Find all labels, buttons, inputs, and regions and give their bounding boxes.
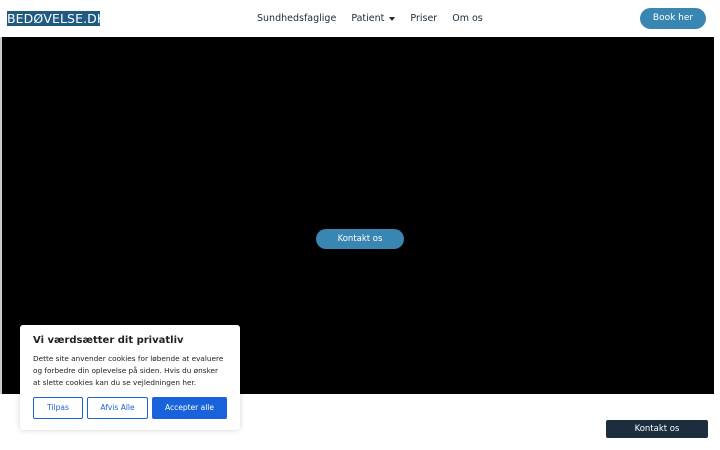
nav-item-sundhedsfaglige[interactable]: Sundhedsfaglige	[257, 13, 336, 24]
nav-item-label: Om os	[452, 13, 483, 24]
site-logo[interactable]: BEDØVELSE.DK	[7, 11, 100, 26]
nav-item-label: Patient	[351, 13, 385, 24]
cookie-buttons: Tilpas Afvis Alle Accepter alle	[33, 397, 227, 419]
nav-item-label: Sundhedsfaglige	[257, 13, 337, 24]
floating-contact-button[interactable]: Kontakt os	[606, 420, 708, 438]
site-header: BEDØVELSE.DK Sundhedsfaglige Patient Pri…	[0, 0, 720, 37]
cookie-text: Dette site anvender cookies for løbende …	[33, 354, 224, 387]
cookie-customize-button[interactable]: Tilpas	[33, 397, 83, 419]
cookie-accept-button[interactable]: Accepter alle	[152, 397, 227, 419]
hero-contact-button[interactable]: Kontakt os	[316, 229, 404, 249]
cookie-title: Vi værdsætter dit privatliv	[33, 335, 184, 346]
nav-item-priser[interactable]: Priser	[410, 13, 437, 24]
cookie-reject-button[interactable]: Afvis Alle	[87, 397, 148, 419]
chevron-down-icon	[389, 16, 396, 21]
nav-item-label: Priser	[410, 13, 438, 24]
page: BEDØVELSE.DK Sundhedsfaglige Patient Pri…	[0, 0, 720, 450]
cookie-banner: Vi værdsætter dit privatliv Dette site a…	[20, 325, 240, 430]
nav-item-om-os[interactable]: Om os	[452, 13, 483, 24]
book-button[interactable]: Book her	[640, 8, 706, 29]
nav-item-patient[interactable]: Patient	[351, 13, 396, 24]
main-nav: Sundhedsfaglige Patient Priser Om os	[257, 0, 498, 37]
